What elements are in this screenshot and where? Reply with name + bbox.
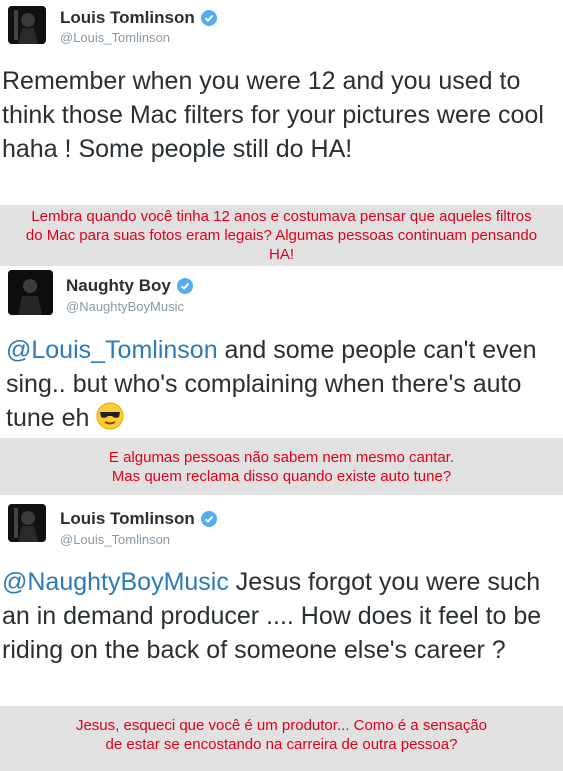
user-handle[interactable]: @Louis_Tomlinson [60,532,170,547]
tweet-text: @NaughtyBoyMusic Jesus forgot you were s… [0,565,562,667]
tweet-naughty-boy: Naughty Boy @NaughtyBoyMusic @Louis_Toml… [0,266,563,438]
translation-line-1: Jesus, esqueci que você é um produtor...… [75,717,488,734]
translation-box: Jesus, esqueci que você é um produtor...… [0,706,563,771]
verified-badge-icon [200,10,217,26]
sunglasses-emoji-icon [96,402,124,430]
display-name-text: Louis Tomlinson [60,509,195,528]
tweet-louis-1: Louis Tomlinson @Louis_Tomlinson Remembe… [0,0,563,205]
verified-badge-icon [176,278,193,294]
display-name[interactable]: Naughty Boy [66,276,193,296]
display-name-text: Naughty Boy [66,276,171,295]
tweet-text: @Louis_Tomlinson and some people can't e… [4,333,562,435]
avatar[interactable] [8,270,53,315]
translation-text: Lembra quando você tinha 12 anos e costu… [25,208,538,263]
display-name-text: Louis Tomlinson [60,8,195,27]
tweet-louis-2: Louis Tomlinson @Louis_Tomlinson @Naught… [0,495,563,705]
translation-box: Lembra quando você tinha 12 anos e costu… [0,205,563,266]
display-name[interactable]: Louis Tomlinson [60,509,217,529]
avatar-image [8,6,46,44]
avatar-image [8,270,53,315]
verified-badge-icon [200,511,217,527]
avatar[interactable] [8,504,46,542]
translation-line-2: de estar se encostando na carreira de ou… [105,736,458,753]
user-handle[interactable]: @Louis_Tomlinson [60,30,170,45]
avatar[interactable] [8,6,46,44]
tweet-text: Remember when you were 12 and you used t… [2,67,544,163]
user-handle[interactable]: @NaughtyBoyMusic [66,299,184,314]
translation-line-1: E algumas pessoas não sabem nem mesmo ca… [108,449,455,466]
mention-link[interactable]: @Louis_Tomlinson [6,336,218,364]
translation-line-2: Mas quem reclama disso quando existe aut… [111,468,452,485]
avatar-image [8,504,46,542]
translation-box: E algumas pessoas não sabem nem mesmo ca… [0,438,563,495]
mention-link[interactable]: @NaughtyBoyMusic [2,568,229,596]
display-name[interactable]: Louis Tomlinson [60,8,217,28]
